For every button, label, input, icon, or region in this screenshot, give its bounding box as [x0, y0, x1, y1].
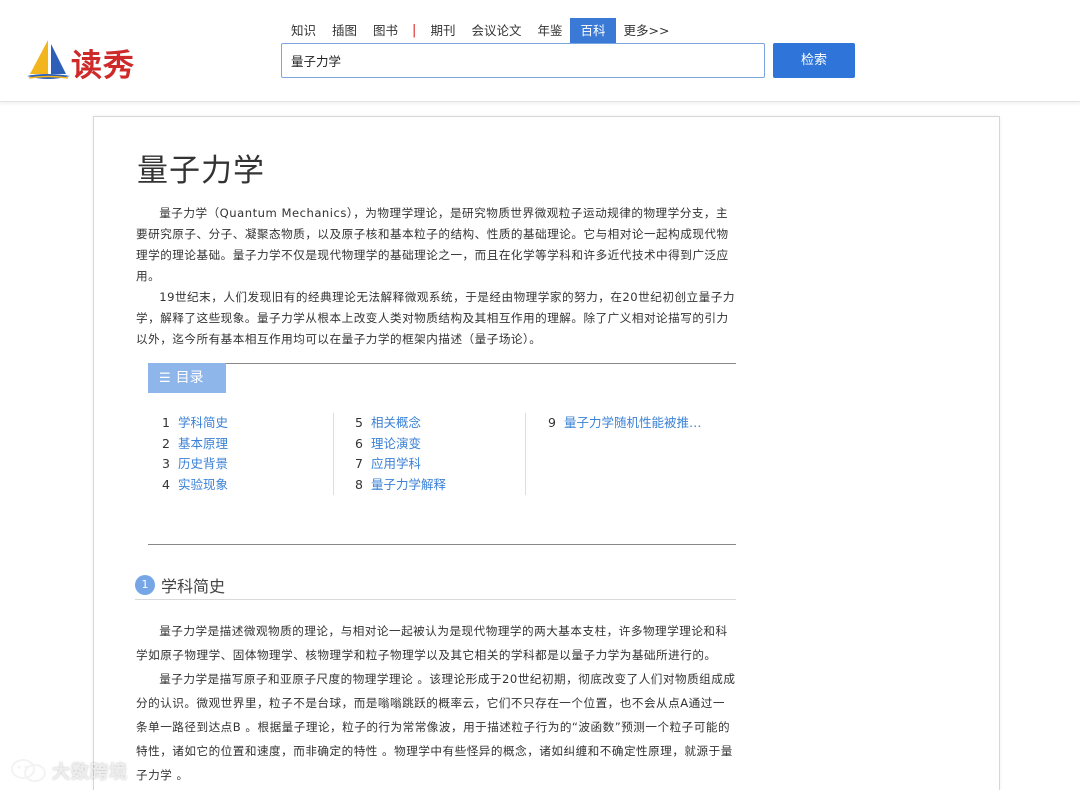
logo-text: 读秀: [71, 48, 135, 84]
toc-item-number: 4: [162, 476, 170, 492]
section-heading: 1 学科简史: [135, 572, 736, 600]
nav-item-baike[interactable]: 百科: [570, 18, 616, 43]
section-number-badge: 1: [135, 575, 155, 595]
toc-item-number: 2: [162, 435, 170, 451]
watermark: 大数跨境: [10, 756, 128, 786]
site-logo[interactable]: 读秀: [26, 38, 141, 84]
toc-item-link[interactable]: 基本原理: [178, 436, 228, 451]
nav-item-nianjian[interactable]: 年鉴: [529, 18, 570, 43]
toc-item-number: 5: [355, 415, 363, 430]
toc-item[interactable]: 3 历史背景: [162, 454, 228, 475]
toc-item-number: 9: [548, 415, 556, 430]
toc-item[interactable]: 9 量子力学随机性能被推…: [548, 413, 702, 434]
toc-item-link[interactable]: 量子力学随机性能被推…: [564, 415, 702, 430]
toc-label: 目录: [175, 370, 204, 386]
watermark-text: 大数跨境: [52, 762, 128, 783]
nav-item-huiyilunwen[interactable]: 会议论文: [463, 18, 529, 43]
toc-item-link[interactable]: 学科简史: [178, 415, 228, 430]
toc-item[interactable]: 7 应用学科: [355, 454, 446, 475]
toc-item[interactable]: 8 量子力学解释: [355, 475, 446, 496]
section-paragraph: 量子力学是描述微观物质的理论，与相对论一起被认为是现代物理学的两大基本支柱，许多…: [136, 624, 728, 662]
site-header: 读秀 知识 插图 图书 | 期刊 会议论文 年鉴 百科 更多>> 检索: [0, 0, 1080, 102]
toc-item[interactable]: 5 相关概念: [355, 413, 446, 434]
nav-item-zhishi[interactable]: 知识: [283, 18, 324, 43]
list-icon: ☰: [159, 371, 171, 386]
toc-item-number: 6: [355, 435, 363, 451]
nav-item-tushu[interactable]: 图书: [365, 18, 406, 43]
toc-item-number: 8: [355, 476, 363, 492]
toc-column: 5 相关概念 6 理论演变 7 应用学科 8 量子力学解释: [355, 413, 446, 495]
intro-paragraph: 量子力学（Quantum Mechanics），为物理学理论，是研究物质世界微观…: [136, 206, 729, 283]
toc-item-link[interactable]: 应用学科: [371, 456, 421, 471]
search-button[interactable]: 检索: [773, 43, 855, 78]
intro-paragraph: 19世纪末，人们发现旧有的经典理论无法解释微观系统，于是经由物理学家的努力，在2…: [136, 290, 735, 346]
toc-item-number: 1: [162, 415, 170, 430]
toc-item-link[interactable]: 量子力学解释: [371, 477, 446, 492]
wechat-logo-icon: [11, 759, 46, 782]
toc-item-number: 7: [355, 456, 363, 471]
toc-column-divider: [333, 413, 334, 495]
toc-column-divider: [525, 413, 526, 495]
search-input[interactable]: [281, 43, 765, 78]
sailboat-logo-icon: [27, 40, 70, 79]
toc-item[interactable]: 4 实验现象: [162, 475, 228, 496]
toc-header: ☰ 目录: [148, 363, 226, 393]
nav-item-more[interactable]: 更多>>: [616, 18, 678, 43]
toc-item-link[interactable]: 历史背景: [178, 456, 228, 471]
article-title: 量子力学: [137, 153, 265, 189]
section-title: 学科简史: [161, 577, 226, 596]
toc-item[interactable]: 6 理论演变: [355, 434, 446, 455]
toc-item-link[interactable]: 实验现象: [178, 477, 228, 492]
toc-item[interactable]: 1 学科简史: [162, 413, 228, 434]
section-paragraph: 量子力学是描写原子和亚原子尺度的物理学理论 。该理论形成于20世纪初期，彻底改变…: [136, 672, 736, 782]
toc-divider-bottom: [148, 544, 736, 545]
toc-divider-top: [148, 363, 736, 364]
category-nav: 知识 插图 图书 | 期刊 会议论文 年鉴 百科 更多>>: [283, 18, 677, 43]
toc-column: 9 量子力学随机性能被推…: [548, 413, 702, 434]
toc-column: 1 学科简史 2 基本原理 3 历史背景 4 实验现象: [162, 413, 228, 495]
nav-item-chatu[interactable]: 插图: [324, 18, 365, 43]
toc-item-link[interactable]: 相关概念: [371, 415, 421, 430]
nav-separator: |: [412, 23, 417, 38]
toc-item[interactable]: 2 基本原理: [162, 434, 228, 455]
toc-item-link[interactable]: 理论演变: [371, 436, 421, 451]
nav-item-qikan[interactable]: 期刊: [422, 18, 463, 43]
article-card: 量子力学 量子力学（Quantum Mechanics），为物理学理论，是研究物…: [93, 116, 1000, 790]
toc-item-number: 3: [162, 456, 170, 471]
